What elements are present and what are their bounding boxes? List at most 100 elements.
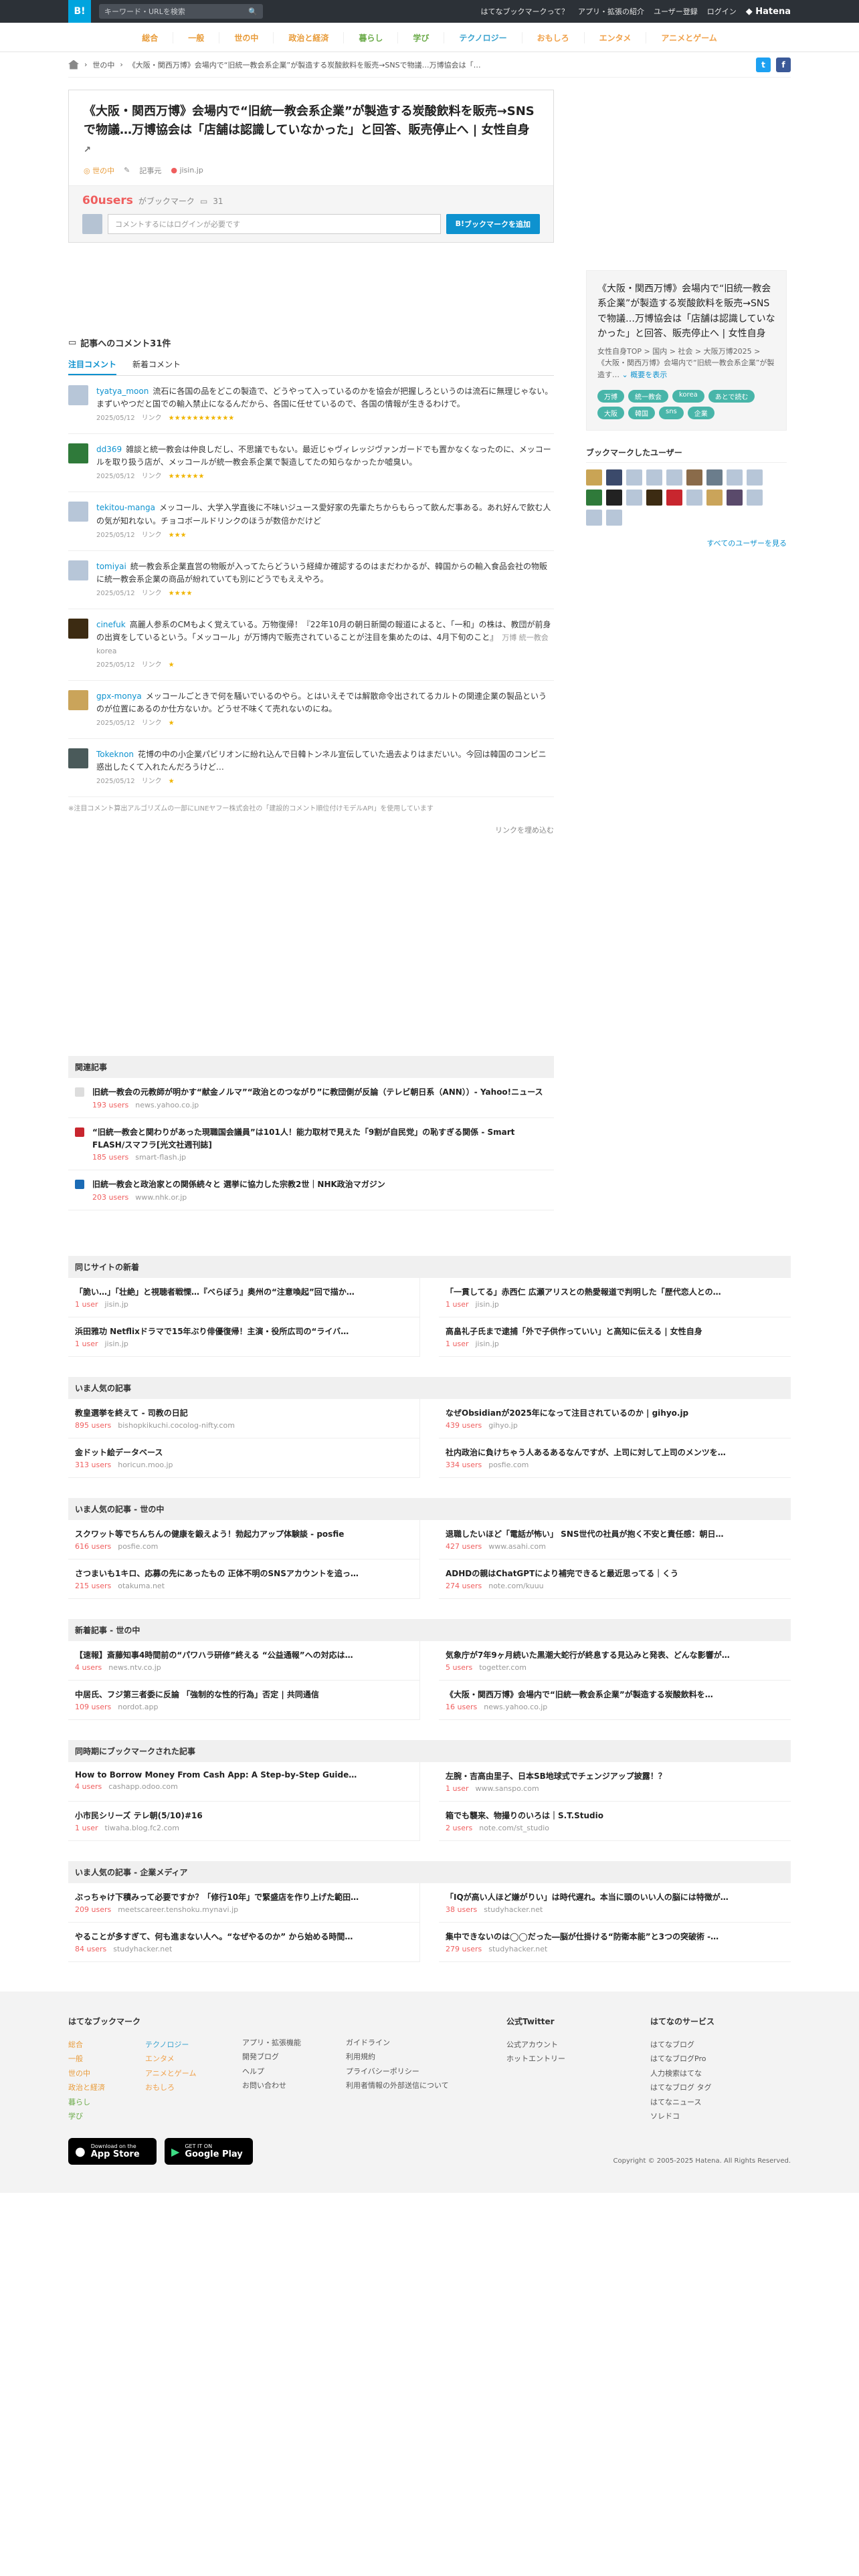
user-avatar[interactable] (586, 510, 602, 526)
comment-stars[interactable]: ★ (169, 718, 175, 729)
feed-item[interactable]: なぜObsidianが2025年になって注目されているのか | gihyo.jp… (439, 1399, 791, 1438)
feed-item-domain[interactable]: cashapp.odoo.com (108, 1782, 178, 1791)
user-avatar[interactable] (68, 502, 88, 522)
category-nav-item[interactable]: 総合 (127, 31, 174, 43)
comment-username[interactable]: gpx-monya (96, 691, 142, 701)
footer-category-link[interactable]: 世の中 (68, 2066, 145, 2080)
user-avatar[interactable] (706, 469, 723, 486)
feed-item-users[interactable]: 313 users (75, 1461, 111, 1469)
feed-item[interactable]: 集中できないのは◯◯だった―脳が仕掛ける“防衛本能”と3つの突破術 -… 279 … (439, 1923, 791, 1962)
entry-category[interactable]: ◎ 世の中 (84, 165, 114, 176)
related-title[interactable]: “旧統一教会と関わりがあった現職国会議員”は101人！能力取材で見えた「9割が自… (92, 1126, 547, 1151)
category-nav-item[interactable]: おもしろ (522, 31, 585, 43)
comment-permalink[interactable]: リンク (142, 471, 162, 482)
feed-item-domain[interactable]: bishopkikuchi.cocolog-nifty.com (118, 1421, 235, 1430)
comment-stars[interactable]: ★★★ (169, 530, 187, 541)
related-users[interactable]: 185 users (92, 1153, 128, 1162)
user-avatar[interactable] (626, 490, 642, 506)
user-avatar[interactable] (68, 748, 88, 769)
hatena-bookmark-logo[interactable]: B! (68, 0, 91, 23)
related-domain[interactable]: www.nhk.or.jp (135, 1193, 187, 1202)
feed-item[interactable]: 中居氏、フジ第三者委に反論 「強制的な性的行為」否定 | 共同通信 109 use… (68, 1680, 420, 1720)
related-item[interactable]: 旧統一教会の元教師が明かす“献金ノルマ”“政治とのつながり”に教団側が反論（テレ… (68, 1078, 554, 1119)
feed-item-title[interactable]: 「一貫してる」赤西仁 広瀬アリスとの熱愛報道で判明した「歴代恋人との… (446, 1286, 784, 1297)
footer-category-link[interactable]: アニメとゲーム (145, 2066, 222, 2080)
feed-item-title[interactable]: 社内政治に負けちゃう人あるあるなんですが、上司に対して上司のメンツを… (446, 1446, 784, 1458)
user-avatar[interactable] (686, 469, 702, 486)
user-avatar[interactable] (68, 689, 88, 710)
feed-item-users[interactable]: 334 users (446, 1461, 482, 1469)
footer-link-apps[interactable]: アプリ・拡張機能 (242, 2036, 346, 2050)
breadcrumb-category[interactable]: 世の中 (92, 60, 114, 70)
footer-link-external-transmission[interactable]: 利用者情報の外部送信について (346, 2078, 506, 2092)
user-avatar[interactable] (646, 490, 662, 506)
feed-item-users[interactable]: 1 user (446, 1300, 469, 1309)
login-link[interactable]: ログイン (707, 6, 737, 17)
feed-item-users[interactable]: 5 users (446, 1663, 472, 1672)
comment-stars[interactable]: ★★★★★★ (169, 471, 205, 482)
feed-item-users[interactable]: 4 users (75, 1663, 102, 1672)
feed-item-domain[interactable]: meetscareer.tenshoku.mynavi.jp (118, 1905, 238, 1914)
tag-chip[interactable]: あとで読む (708, 390, 755, 403)
related-domain[interactable]: news.yahoo.co.jp (135, 1101, 199, 1109)
feed-item-domain[interactable]: studyhacker.net (113, 1945, 172, 1953)
feed-item-domain[interactable]: www.asahi.com (488, 1542, 546, 1551)
sidebar-entry-title[interactable]: 《大阪・関西万博》会場内で“旧統一教会系企業”が製造する炭酸飲料を販売→SNSで… (597, 282, 775, 342)
feed-item-domain[interactable]: tiwaha.blog.fc2.com (105, 1824, 179, 1832)
comment-permalink[interactable]: リンク (142, 660, 162, 671)
feed-item-users[interactable]: 1 user (446, 1339, 469, 1348)
user-avatar[interactable] (68, 443, 88, 464)
feed-item[interactable]: 社内政治に負けちゃう人あるあるなんですが、上司に対して上司のメンツを… 334 u… (439, 1438, 791, 1478)
comment-permalink[interactable]: リンク (142, 530, 162, 541)
comment-stars[interactable]: ★ (169, 776, 175, 787)
comment-username[interactable]: tomiyai (96, 562, 126, 571)
footer-category-link[interactable]: 政治と経済 (68, 2080, 145, 2095)
feed-item-users[interactable]: 16 users (446, 1703, 477, 1711)
google-play-badge[interactable]: ▶ GET IT ON Google Play (165, 2138, 253, 2165)
user-avatar[interactable] (68, 385, 88, 405)
category-nav-item[interactable]: エンタメ (585, 31, 647, 43)
feed-item[interactable]: 「IQが高い人ほど嫌がりい」は時代遅れ。本当に頭のいい人の脳には特徴が… 38 u… (439, 1883, 791, 1923)
category-nav-item[interactable]: 世の中 (219, 31, 274, 43)
embed-link[interactable]: リンクを埋め込む (68, 825, 554, 835)
comment-username[interactable]: dd369 (96, 445, 122, 454)
feed-item[interactable]: 浜田雅功 Netflixドラマで15年ぶり俳優復帰！主演・役所広司の“ライバ… 1… (68, 1317, 420, 1357)
feed-item-users[interactable]: 215 users (75, 1582, 111, 1590)
feed-item-domain[interactable]: news.ntv.co.jp (108, 1663, 161, 1672)
external-link-icon[interactable]: ↗ (84, 145, 91, 155)
category-nav-item[interactable]: アニメとゲーム (646, 32, 731, 43)
tag-chip[interactable]: 統一教会 (628, 390, 668, 403)
comment-permalink[interactable]: リンク (142, 718, 162, 729)
user-avatar[interactable] (68, 560, 88, 580)
feed-item[interactable]: 気象庁が7年9ヶ月続いた黒潮大蛇行が終息する見込みと発表、どんな影響が… 5 us… (439, 1641, 791, 1681)
feed-item-title[interactable]: 左腕・吉高由里子、日本SB地球式でチェンジアップ披露！？ (446, 1770, 784, 1782)
category-nav-item[interactable]: 一般 (173, 31, 220, 43)
feed-item-domain[interactable]: jisin.jp (476, 1339, 499, 1348)
footer-category-link[interactable]: 学び (68, 2109, 145, 2123)
comment-permalink[interactable]: リンク (142, 588, 162, 599)
twitter-share-icon[interactable]: t (756, 57, 771, 72)
feed-item[interactable]: 退職したいほど「電話が怖い」 SNS世代の社員が抱く不安と責任感：朝日… 427 … (439, 1520, 791, 1560)
feed-item-users[interactable]: 38 users (446, 1905, 477, 1914)
related-item[interactable]: 旧統一教会と政治家との関係続々と 選挙に協力した宗教2世｜NHK政治マガジン 20… (68, 1170, 554, 1210)
feed-item-title[interactable]: 箱でも襲来、物撮りのいろは｜S.T.Studio (446, 1810, 784, 1821)
comment-permalink[interactable]: リンク (142, 776, 162, 787)
feed-item-domain[interactable]: jisin.jp (105, 1300, 128, 1309)
related-item[interactable]: “旧統一教会と関わりがあった現職国会議員”は101人！能力取材で見えた「9割が自… (68, 1118, 554, 1171)
category-nav-item[interactable]: 政治と経済 (274, 31, 345, 43)
register-link[interactable]: ユーザー登録 (654, 6, 698, 17)
footer-link-terms[interactable]: 利用規約 (346, 2050, 506, 2064)
comment-username[interactable]: cinefuk (96, 620, 126, 629)
footer-category-link[interactable]: テクノロジー (145, 2038, 222, 2052)
user-avatar[interactable] (666, 469, 682, 486)
feed-item-title[interactable]: なぜObsidianが2025年になって注目されているのか | gihyo.jp (446, 1407, 784, 1418)
footer-service-question[interactable]: 人力検索はてな (650, 2066, 784, 2080)
feed-item-users[interactable]: 1 user (75, 1824, 98, 1832)
tag-chip[interactable]: sns (659, 407, 684, 420)
footer-link-dev-blog[interactable]: 開発ブログ (242, 2050, 346, 2064)
comment-stars[interactable]: ★ (169, 660, 175, 671)
feed-item-users[interactable]: 274 users (446, 1582, 482, 1590)
feed-item[interactable]: 箱でも襲来、物撮りのいろは｜S.T.Studio 2 users note.com/… (439, 1802, 791, 1841)
related-domain[interactable]: smart-flash.jp (135, 1153, 186, 1162)
comment-stars[interactable]: ★★★★★★★★★★★ (169, 413, 235, 424)
